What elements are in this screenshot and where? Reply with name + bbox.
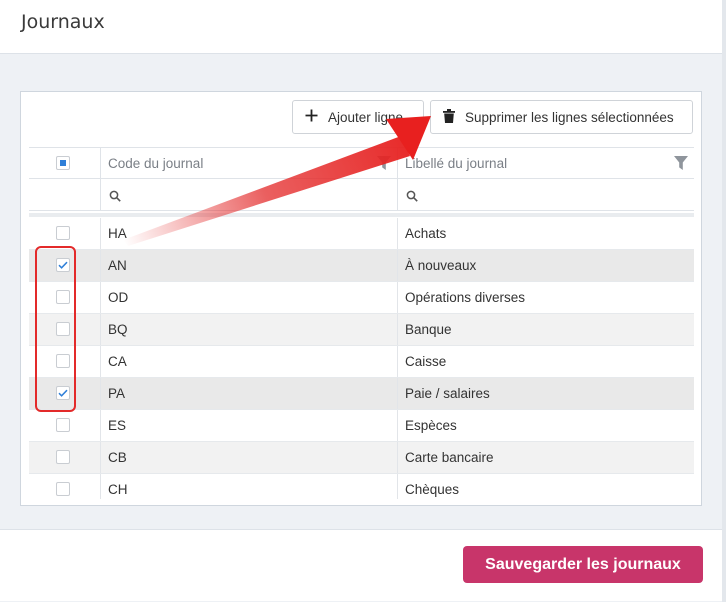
page-footer: Sauvegarder les journaux xyxy=(0,529,722,601)
save-journals-button[interactable]: Sauvegarder les journaux xyxy=(463,546,703,583)
annotation-arrow xyxy=(123,116,431,246)
